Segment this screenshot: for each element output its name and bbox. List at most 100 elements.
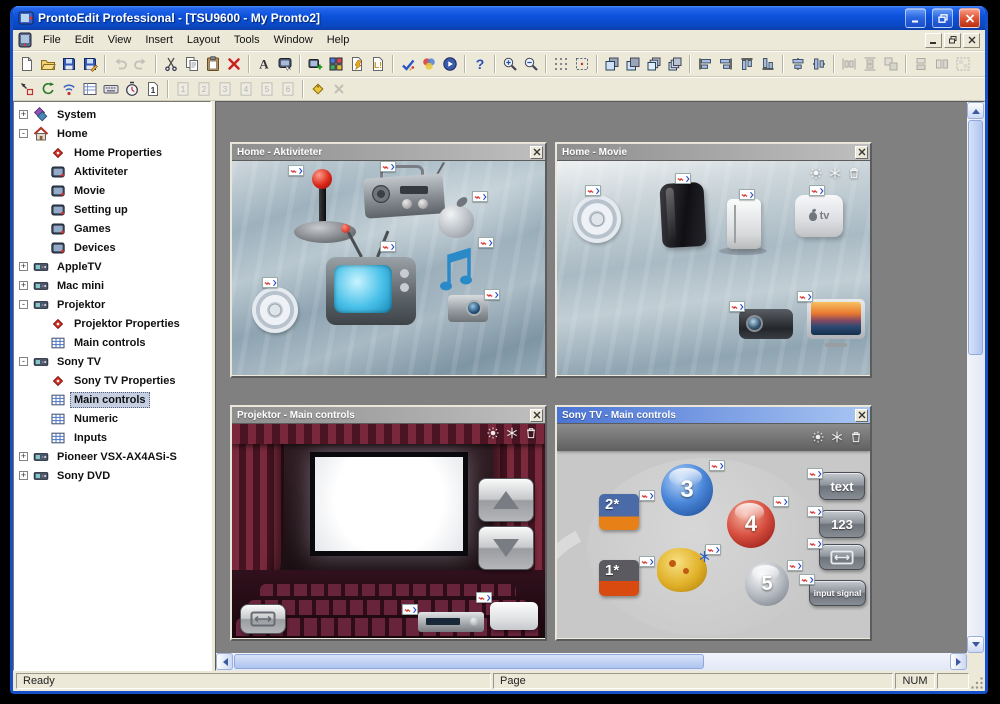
snap-to-grid-button[interactable] (572, 54, 592, 74)
transform-mode-button[interactable] (17, 79, 37, 99)
scroll-up-button[interactable] (967, 102, 984, 119)
add-action-button[interactable] (347, 54, 367, 74)
close-icon[interactable] (855, 146, 868, 159)
tree-label[interactable]: Home Properties (70, 145, 166, 161)
input-signal-button[interactable]: input signal (809, 580, 866, 606)
camera-link[interactable] (448, 295, 488, 322)
tv-link[interactable] (326, 231, 418, 329)
export-button[interactable] (80, 54, 100, 74)
horizontal-scroll-thumb[interactable] (234, 654, 704, 669)
align-right-button[interactable] (716, 54, 736, 74)
tree-item-projektor-10[interactable]: - Projektor (14, 295, 210, 314)
menu-edit[interactable]: Edit (68, 32, 101, 48)
collapse-icon[interactable]: - (19, 357, 28, 366)
tree-label[interactable]: Sony DVD (53, 468, 114, 484)
send-backward-button[interactable] (665, 54, 685, 74)
tree-item-sony-tv-13[interactable]: - Sony TV (14, 352, 210, 371)
tree-item-mac-mini-9[interactable]: +Mac mini (14, 276, 210, 295)
tree-label[interactable]: Mac mini (53, 278, 108, 294)
teletext-button[interactable]: text (819, 472, 865, 500)
panel-canvas-movie[interactable]: tv (557, 160, 870, 375)
tree-label[interactable]: Main controls (70, 335, 150, 351)
tree-label[interactable]: Projektor Properties (70, 316, 184, 332)
collapse-icon[interactable]: - (19, 300, 28, 309)
expand-icon[interactable]: + (19, 262, 28, 271)
child-minimize-button[interactable] (925, 33, 942, 48)
tree-label[interactable]: Devices (70, 240, 120, 256)
tree-label[interactable]: Inputs (70, 430, 111, 446)
appletv-link[interactable]: tv (795, 195, 843, 237)
panel-canvas-aktiviteter[interactable] (232, 160, 545, 375)
collapse-icon[interactable]: - (19, 129, 28, 138)
timer-button[interactable] (122, 79, 142, 99)
menu-layout[interactable]: Layout (180, 32, 227, 48)
open-button[interactable] (38, 54, 58, 74)
receiver-link[interactable] (418, 612, 484, 632)
tree-item-devices-7[interactable]: Devices (14, 238, 210, 257)
cut-button[interactable] (161, 54, 181, 74)
menu-view[interactable]: View (101, 32, 139, 48)
hard-buttons-button[interactable] (101, 79, 121, 99)
child-close-button[interactable] (963, 33, 980, 48)
copy-button[interactable] (182, 54, 202, 74)
radio-link[interactable] (364, 163, 446, 221)
vertical-scroll-thumb[interactable] (968, 120, 983, 355)
rotate-button[interactable] (38, 79, 58, 99)
align-top-button[interactable] (737, 54, 757, 74)
menu-help[interactable]: Help (320, 32, 357, 48)
cd-link[interactable] (573, 195, 621, 243)
zoom-out-button[interactable] (521, 54, 541, 74)
digit-3-button[interactable]: 3 (661, 464, 713, 516)
tree-label[interactable]: Sony TV (53, 354, 105, 370)
tree-label[interactable]: System (53, 107, 100, 123)
menu-window[interactable]: Window (267, 32, 320, 48)
projector-link[interactable] (739, 309, 793, 339)
colors-button[interactable] (419, 54, 439, 74)
verify-button[interactable] (398, 54, 418, 74)
digit-1-button[interactable]: 1* (599, 560, 639, 596)
tree-item-movie-4[interactable]: Movie (14, 181, 210, 200)
panel-titlebar[interactable]: Projektor - Main controls (232, 407, 545, 423)
align-left-button[interactable] (695, 54, 715, 74)
add-link-button[interactable]: L! (368, 54, 388, 74)
menu-insert[interactable]: Insert (138, 32, 180, 48)
tag-button[interactable] (308, 79, 328, 99)
numeric-button[interactable]: 123 (819, 510, 865, 538)
help-button[interactable]: ? (470, 54, 490, 74)
wireless-settings-button[interactable] (59, 79, 79, 99)
minimize-button[interactable] (905, 8, 926, 28)
delete-button[interactable] (224, 54, 244, 74)
document-icon[interactable] (17, 32, 33, 48)
panel-titlebar[interactable]: Home - Aktiviteter (232, 144, 545, 160)
close-icon[interactable] (530, 146, 543, 159)
scroll-down-button[interactable] (967, 636, 984, 653)
tree-label[interactable]: Aktiviteter (70, 164, 132, 180)
align-bottom-button[interactable] (758, 54, 778, 74)
scroll-left-button[interactable] (216, 653, 233, 670)
menu-tools[interactable]: Tools (227, 32, 267, 48)
screen-format-button[interactable] (240, 604, 286, 634)
zoom-in-button[interactable] (500, 54, 520, 74)
tree-label[interactable]: AppleTV (53, 259, 106, 275)
tree-item-appletv-8[interactable]: + AppleTV (14, 257, 210, 276)
tree-item-games-6[interactable]: Games (14, 219, 210, 238)
tree-label[interactable]: Movie (70, 183, 109, 199)
tree-item-setting-up-5[interactable]: Setting up (14, 200, 210, 219)
tree-item-inputs-17[interactable]: Inputs (14, 428, 210, 447)
tree-label[interactable]: Sony TV Properties (70, 373, 179, 389)
close-icon[interactable] (855, 409, 868, 422)
text-button[interactable]: A (254, 54, 274, 74)
tree-label[interactable]: Pioneer VSX-AX4ASi-S (53, 449, 181, 465)
menu-file[interactable]: File (36, 32, 68, 48)
paste-button[interactable] (203, 54, 223, 74)
center-horizontal-button[interactable] (788, 54, 808, 74)
bring-to-front-button[interactable] (602, 54, 622, 74)
simulator-button[interactable] (440, 54, 460, 74)
tree-label[interactable]: Projektor (53, 297, 109, 313)
panel-properties-button[interactable] (275, 54, 295, 74)
tv-link[interactable] (807, 299, 865, 347)
tree-item-home-1[interactable]: -Home (14, 124, 210, 143)
console-link[interactable] (659, 182, 706, 248)
tree-item-sony-dvd-19[interactable]: +Sony DVD (14, 466, 210, 485)
send-to-back-button[interactable] (623, 54, 643, 74)
